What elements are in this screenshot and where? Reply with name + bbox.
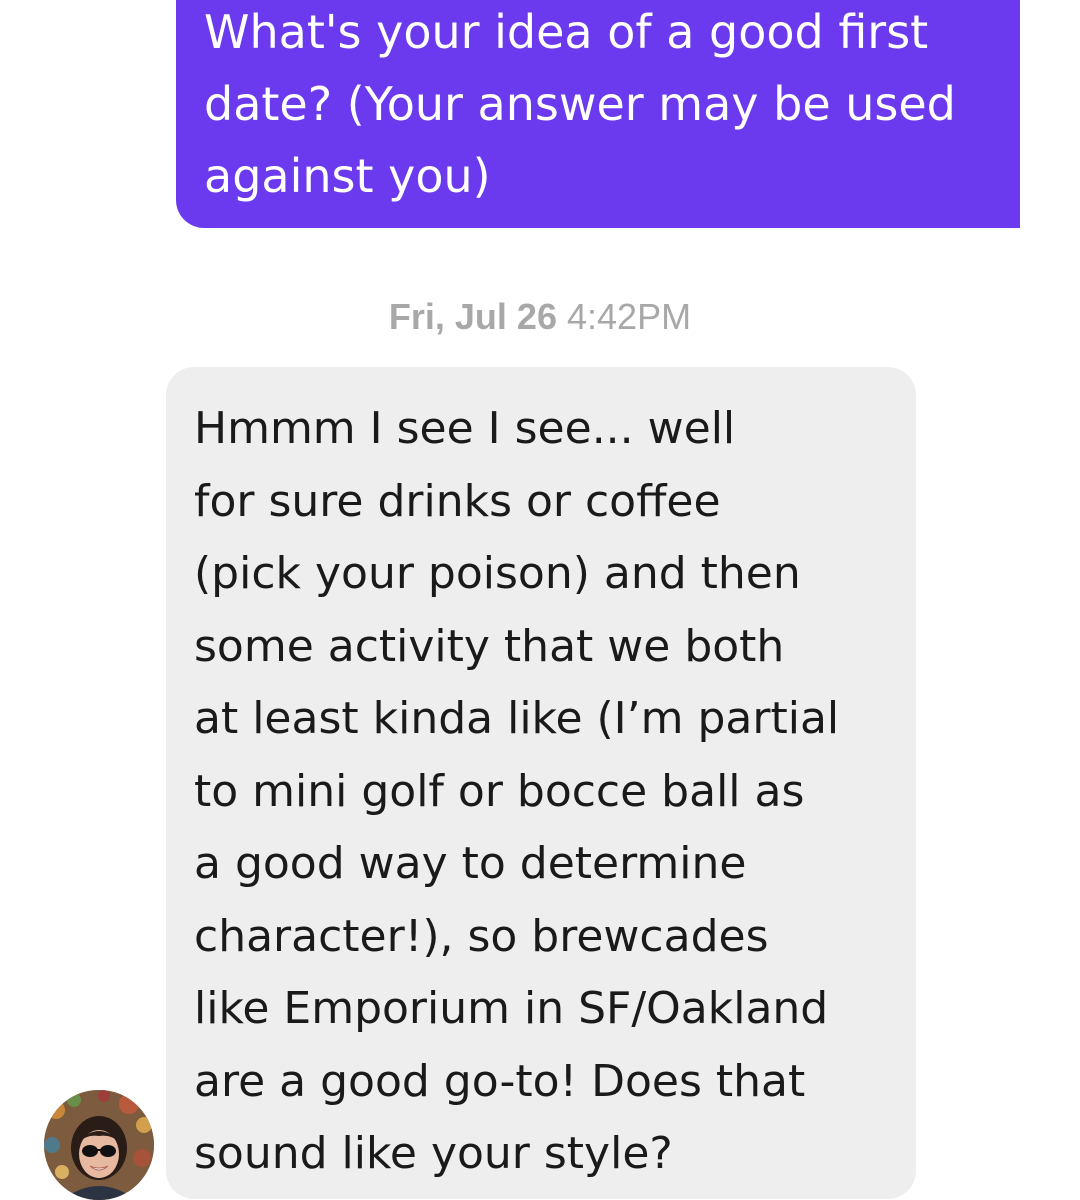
- profile-photo-icon: [44, 1090, 154, 1200]
- sent-message-bubble[interactable]: What's your idea of a good first date? (…: [176, 0, 1020, 228]
- message-timestamp: Fri, Jul 26 4:42PM: [0, 296, 1080, 338]
- received-message-text: Hmmm I see I see... well for sure drinks…: [194, 403, 840, 1179]
- received-message-bubble[interactable]: Hmmm I see I see... well for sure drinks…: [166, 367, 916, 1199]
- sent-message-text: What's your idea of a good first date? (…: [204, 5, 956, 203]
- avatar[interactable]: [44, 1090, 154, 1200]
- timestamp-date: Fri, Jul 26: [388, 296, 557, 337]
- timestamp-time: 4:42PM: [567, 296, 692, 337]
